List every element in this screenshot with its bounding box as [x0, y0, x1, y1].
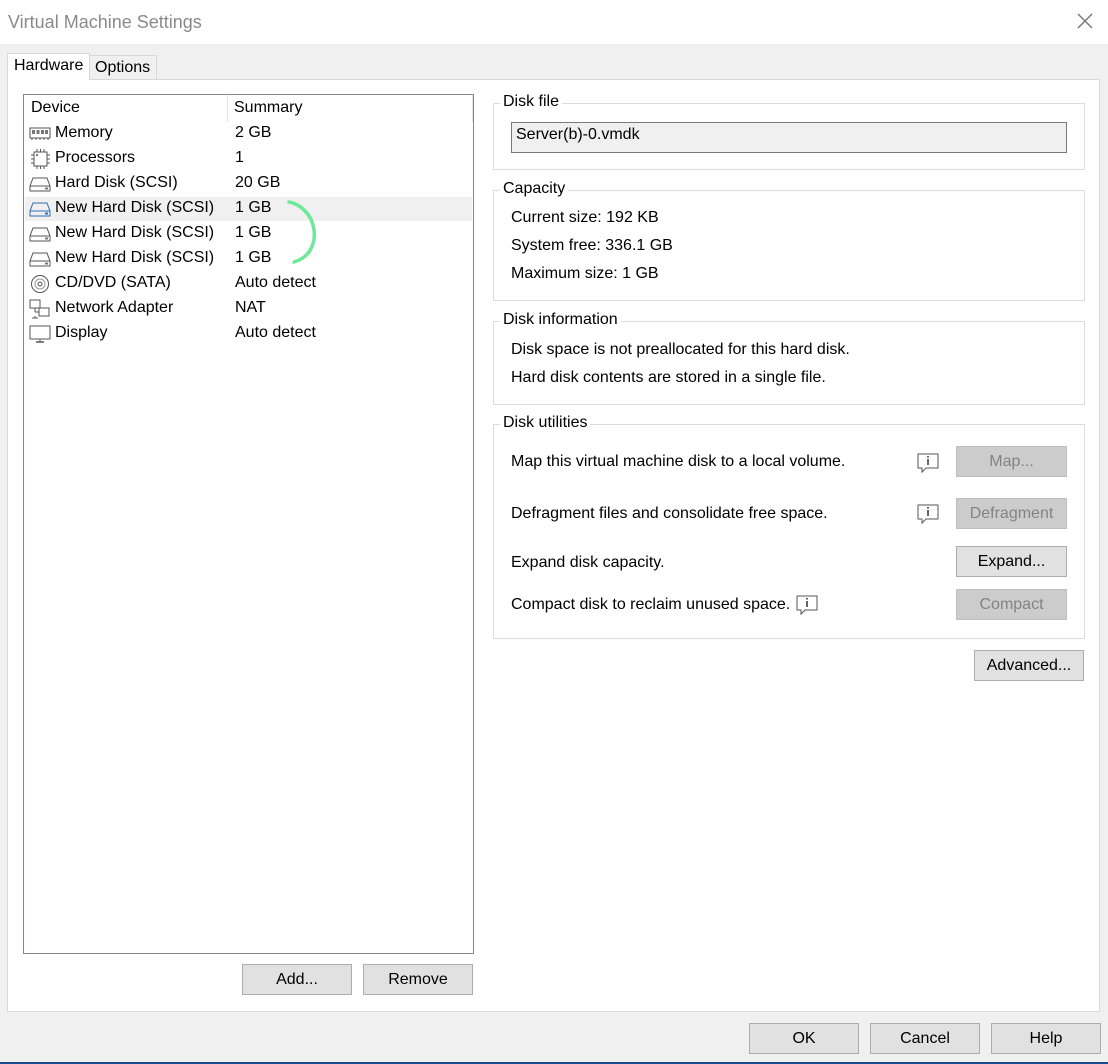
close-icon — [1077, 13, 1093, 29]
help-button-label: Help — [1029, 1029, 1063, 1047]
device-name: Memory — [55, 124, 113, 141]
device-row-display[interactable]: Display Auto detect — [25, 322, 472, 346]
hard-disk-icon — [29, 202, 51, 217]
remove-device-label: Remove — [388, 970, 448, 988]
cd-dvd-icon — [31, 275, 49, 293]
device-name: Hard Disk (SCSI) — [55, 174, 178, 191]
defragment-button-label: Defragment — [969, 504, 1054, 522]
column-header-device[interactable]: Device — [31, 99, 80, 117]
disk-information-group: Disk information Disk space is not preal… — [493, 311, 1085, 405]
add-device-button[interactable]: Add... — [242, 964, 352, 995]
advanced-button-label: Advanced... — [986, 656, 1072, 674]
tab-hardware[interactable]: Hardware — [7, 53, 91, 80]
device-row-new-hard-disk[interactable]: New Hard Disk (SCSI) 1 GB — [25, 247, 472, 271]
map-button-label: Map... — [989, 452, 1034, 470]
disk-file-field[interactable]: Server(b)-0.vmdk — [511, 122, 1067, 153]
disk-utilities-group: Disk utilities Map this virtual machine … — [493, 414, 1085, 639]
device-row-hard-disk[interactable]: Hard Disk (SCSI) 20 GB — [25, 172, 472, 196]
current-size-text: Current size: 192 KB — [511, 209, 659, 226]
memory-icon — [29, 127, 51, 140]
help-button[interactable]: Help — [991, 1023, 1101, 1054]
expand-button-label: Expand... — [977, 552, 1046, 570]
device-summary: 1 GB — [235, 224, 272, 241]
close-button[interactable] — [1070, 6, 1100, 36]
disk-file-group: Disk file Server(b)-0.vmdk — [493, 93, 1085, 170]
processor-icon — [31, 149, 50, 169]
title-bar: Virtual Machine Settings — [0, 0, 1108, 44]
device-name: New Hard Disk (SCSI) — [55, 224, 215, 241]
device-row-new-hard-disk[interactable]: New Hard Disk (SCSI) 1 GB — [25, 197, 472, 221]
device-row-new-hard-disk[interactable]: New Hard Disk (SCSI) 1 GB — [25, 222, 472, 246]
device-summary: Auto detect — [235, 274, 316, 291]
device-row-cd-dvd[interactable]: CD/DVD (SATA) Auto detect — [25, 272, 472, 296]
ok-button-label: OK — [792, 1029, 816, 1047]
hard-disk-icon — [29, 227, 51, 242]
device-summary: 1 GB — [235, 199, 272, 216]
disk-info-line-1: Disk space is not preallocated for this … — [511, 341, 850, 358]
device-name: New Hard Disk (SCSI) — [55, 199, 215, 216]
annotation-bracket — [287, 200, 317, 264]
disk-information-title: Disk information — [500, 311, 621, 329]
device-name: Display — [55, 324, 108, 341]
disk-info-line-2: Hard disk contents are stored in a singl… — [511, 369, 826, 386]
device-summary: 20 GB — [235, 174, 281, 191]
device-name: Network Adapter — [55, 299, 174, 316]
device-summary: 1 — [235, 149, 244, 166]
remove-device-button[interactable]: Remove — [363, 964, 473, 995]
column-separator — [227, 95, 228, 122]
hard-disk-icon — [29, 252, 51, 267]
expand-button[interactable]: Expand... — [956, 546, 1067, 577]
system-free-text: System free: 336.1 GB — [511, 237, 673, 254]
defragment-description: Defragment files and consolidate free sp… — [511, 505, 828, 522]
device-row-network-adapter[interactable]: Network Adapter NAT — [25, 297, 472, 321]
add-device-label: Add... — [276, 970, 318, 988]
device-list[interactable]: Device Summary Memory 2 GB Processors 1 … — [23, 94, 474, 954]
network-adapter-icon — [29, 299, 50, 319]
disk-file-title: Disk file — [500, 93, 563, 111]
cancel-button-label: Cancel — [900, 1029, 950, 1047]
map-description: Map this virtual machine disk to a local… — [511, 453, 846, 470]
cancel-button[interactable]: Cancel — [870, 1023, 980, 1054]
info-icon[interactable] — [916, 503, 940, 525]
info-icon[interactable] — [916, 452, 940, 474]
display-icon — [29, 325, 51, 343]
device-summary: NAT — [235, 299, 266, 316]
compact-button-label: Compact — [979, 595, 1044, 613]
compact-description: Compact disk to reclaim unused space. — [511, 596, 791, 613]
defragment-button[interactable]: Defragment — [956, 498, 1067, 529]
column-separator — [472, 95, 473, 122]
hard-disk-icon — [29, 177, 51, 192]
device-name: Processors — [55, 149, 136, 166]
device-name: CD/DVD (SATA) — [55, 274, 171, 291]
column-header-summary[interactable]: Summary — [234, 99, 302, 117]
device-row-memory[interactable]: Memory 2 GB — [25, 122, 472, 146]
map-button[interactable]: Map... — [956, 446, 1067, 477]
device-row-processors[interactable]: Processors 1 — [25, 147, 472, 171]
capacity-group: Capacity Current size: 192 KB System fre… — [493, 180, 1085, 301]
info-icon[interactable] — [795, 594, 819, 616]
expand-description: Expand disk capacity. — [511, 554, 665, 571]
device-summary: 1 GB — [235, 249, 272, 266]
tab-hardware-label: Hardware — [14, 57, 84, 74]
device-summary: 2 GB — [235, 124, 272, 141]
device-summary: Auto detect — [235, 324, 316, 341]
compact-button[interactable]: Compact — [956, 589, 1067, 620]
capacity-title: Capacity — [500, 180, 569, 198]
device-name: New Hard Disk (SCSI) — [55, 249, 215, 266]
window-title: Virtual Machine Settings — [8, 12, 202, 32]
ok-button[interactable]: OK — [749, 1023, 859, 1054]
tab-options[interactable]: Options — [88, 55, 158, 80]
maximum-size-text: Maximum size: 1 GB — [511, 265, 659, 282]
tab-options-label: Options — [95, 59, 151, 76]
advanced-button[interactable]: Advanced... — [974, 650, 1084, 681]
disk-utilities-title: Disk utilities — [500, 414, 591, 432]
list-header: Device Summary — [24, 95, 473, 122]
